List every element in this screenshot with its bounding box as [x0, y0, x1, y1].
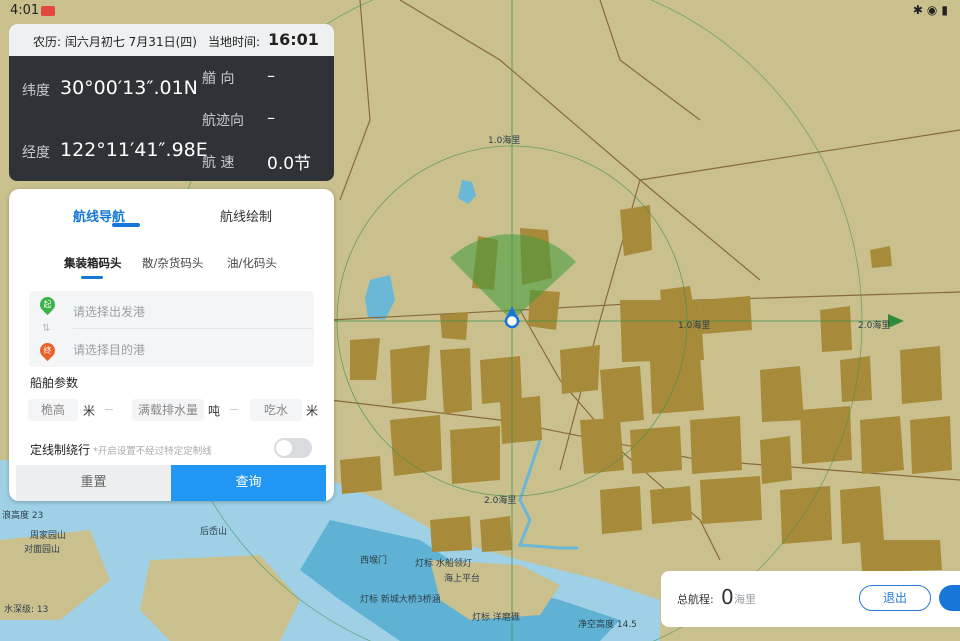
track-value: –: [267, 108, 275, 127]
swap-icon[interactable]: ⇅: [42, 323, 50, 334]
local-time-label: 当地时间:: [208, 35, 261, 49]
map-label: 1.0海里: [488, 134, 520, 146]
own-ship-position: [504, 313, 520, 329]
map-label: 2.0海里: [858, 319, 890, 331]
status-icons: ✱◉▮: [912, 3, 952, 17]
draft-input[interactable]: 吃水: [250, 399, 302, 421]
map-label: 浪高度 23: [2, 509, 43, 521]
longitude-label: 经度: [22, 145, 50, 161]
subtab-oil-terminal[interactable]: 油/化码头: [227, 255, 277, 271]
speed-label: 航 速: [202, 155, 235, 171]
status-bar: 4:01 ✱◉▮: [0, 0, 960, 24]
route-panel: 航线导航 航线绘制 集装箱码头 散/杂货码头 油/化码头 起 请选择出发港 ⇅ …: [9, 189, 334, 501]
start-navigation-button[interactable]: [939, 585, 960, 611]
origin-pin-icon: 起: [36, 293, 59, 316]
mast-height-unit: 米: [83, 404, 96, 418]
map-label: 灯标 水船领灯: [415, 557, 472, 569]
route-summary-panel: 总航程: 0 海里 退出: [661, 571, 960, 627]
map-label: 后岙山: [200, 526, 227, 537]
map-label: 水深级: 13: [4, 603, 48, 615]
reset-button[interactable]: 重置: [16, 465, 171, 501]
heading-label: 艏 向: [202, 71, 235, 87]
tab-indicator: [112, 223, 140, 227]
map-label: 周家园山: [30, 529, 66, 541]
heading-value: –: [267, 66, 275, 85]
map-label: 灯标 洋磨礁: [472, 611, 520, 623]
longitude-value: 122°11′41″.98E: [60, 139, 208, 161]
latitude-label: 纬度: [22, 83, 50, 99]
displacement-input[interactable]: 满载排水量: [132, 399, 204, 421]
port-selector: 起 请选择出发港 ⇅ 终 请选择目的港: [29, 291, 314, 367]
map-label: 灯标 新城大桥3桥涵: [360, 593, 441, 605]
query-button[interactable]: 查询: [171, 465, 326, 501]
navigation-info-panel: 农历: 闰六月初七 7月31日(四) 当地时间: 16:01 纬度 30°00′…: [9, 24, 334, 181]
toggle-knob: [276, 440, 292, 456]
tab-route-drawing[interactable]: 航线绘制: [220, 206, 272, 225]
routing-toggle-label: 定线制绕行: [30, 443, 91, 457]
subtab-container-terminal[interactable]: 集装箱码头: [64, 255, 122, 271]
exit-button[interactable]: 退出: [859, 585, 931, 611]
local-time: 16:01: [268, 30, 319, 49]
subtab-indicator: [81, 276, 103, 279]
map-label: 对面园山: [24, 543, 60, 555]
date-time-bar: 农历: 闰六月初七 7月31日(四) 当地时间: 16:01: [9, 24, 334, 56]
routing-toggle-hint: *开启设置不经过特定定制线: [93, 446, 212, 457]
total-distance-value: 0: [721, 585, 734, 609]
destination-pin-icon: 终: [36, 339, 59, 362]
total-distance-unit: 海里: [734, 593, 756, 606]
track-label: 航迹向: [202, 113, 244, 129]
destination-port-field[interactable]: 请选择目的港: [73, 341, 145, 358]
map-label: 西堠门: [360, 554, 387, 566]
map-label: 1.0海里: [678, 319, 710, 331]
origin-port-field[interactable]: 请选择出发港: [73, 303, 145, 320]
speed-value: 0.0节: [267, 154, 312, 174]
total-distance-label: 总航程:: [677, 593, 714, 606]
lunar-date: 农历: 闰六月初七 7月31日(四): [33, 35, 197, 49]
map-label: 净空高度 14.5: [578, 618, 637, 630]
ship-params-title: 船舶参数: [30, 376, 79, 390]
port-divider: [73, 328, 313, 329]
map-label: 2.0海里: [484, 494, 516, 506]
routing-toggle[interactable]: [274, 438, 312, 458]
notification-icon: [41, 6, 55, 16]
mast-height-input[interactable]: 桅高: [28, 399, 78, 421]
displacement-unit: 吨: [208, 404, 221, 418]
map-label: 海上平台: [444, 572, 480, 584]
separator: [105, 409, 113, 410]
subtab-bulk-terminal[interactable]: 散/杂货码头: [142, 255, 203, 271]
draft-unit: 米: [306, 404, 319, 418]
status-time: 4:01: [10, 3, 40, 18]
latitude-value: 30°00′13″.01N: [60, 77, 198, 99]
separator: [230, 409, 238, 410]
